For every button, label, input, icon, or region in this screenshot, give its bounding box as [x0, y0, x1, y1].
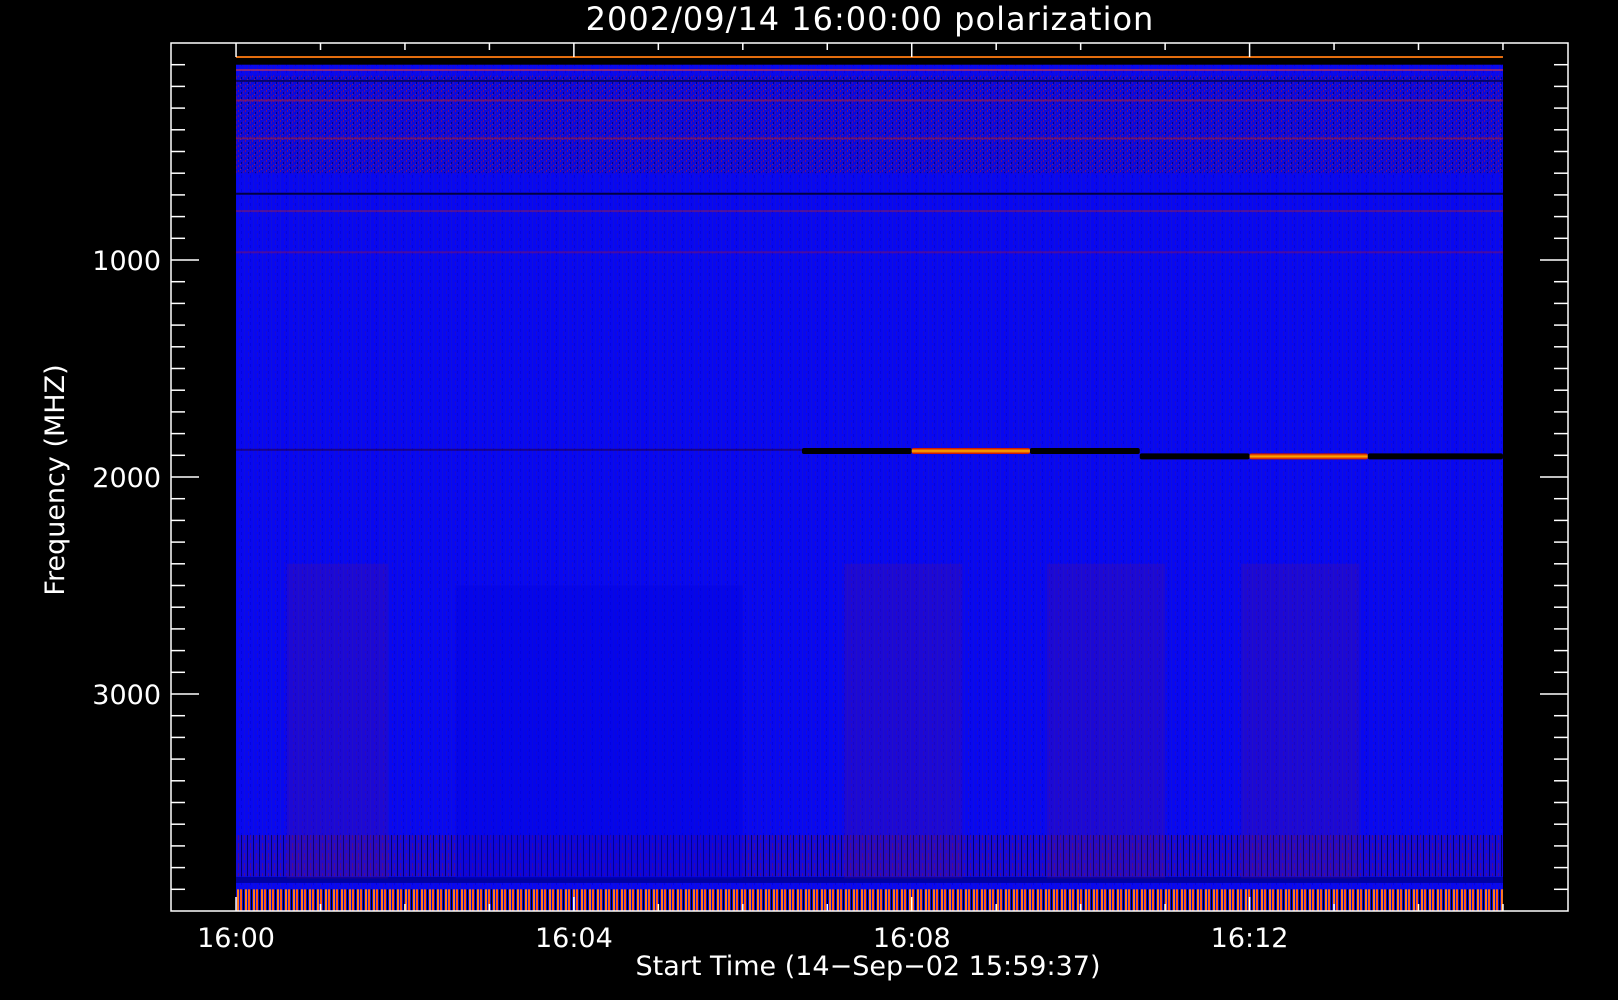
y-tick-label: 1000 [92, 246, 161, 277]
spectrogram-image [236, 56, 1503, 911]
x-tick-label: 16:00 [197, 923, 275, 954]
emission-segment [1029, 447, 1140, 454]
image-smear [1241, 563, 1360, 879]
y-axis-title: Frequency (MHZ) [40, 364, 71, 595]
emission-segment [801, 447, 912, 454]
image-top-noise [236, 75, 1503, 174]
image-line [236, 192, 1503, 195]
image-smear [286, 563, 389, 879]
image-line [236, 99, 1503, 102]
image-smear [1046, 563, 1166, 879]
image-smear [455, 585, 743, 879]
image-line [236, 251, 1503, 254]
x-axis-title: Start Time (14−Sep−02 15:59:37) [636, 951, 1101, 982]
emission-segment [911, 447, 1030, 454]
emission-segment [1367, 453, 1503, 460]
spectrogram-chart: 2002/09/14 16:00:00 polarization 16:00 16… [40, 0, 1569, 982]
image-line [236, 79, 1503, 82]
emission-segment [1139, 453, 1250, 460]
chart-title: 2002/09/14 16:00:00 polarization [586, 0, 1155, 38]
x-tick-label: 16:08 [873, 923, 951, 954]
image-bottom-strip [236, 889, 1503, 911]
image-line [236, 137, 1503, 140]
emission-segment [1249, 453, 1368, 460]
image-line [236, 210, 1503, 213]
x-tick-label: 16:12 [1211, 923, 1289, 954]
image-line [236, 56, 1503, 59]
x-tick-label: 16:04 [535, 923, 613, 954]
image-smear [844, 563, 963, 879]
image-line [236, 448, 802, 451]
y-tick-label: 2000 [92, 463, 161, 494]
y-tick-label: 3000 [92, 680, 161, 711]
image-line [236, 69, 1503, 72]
